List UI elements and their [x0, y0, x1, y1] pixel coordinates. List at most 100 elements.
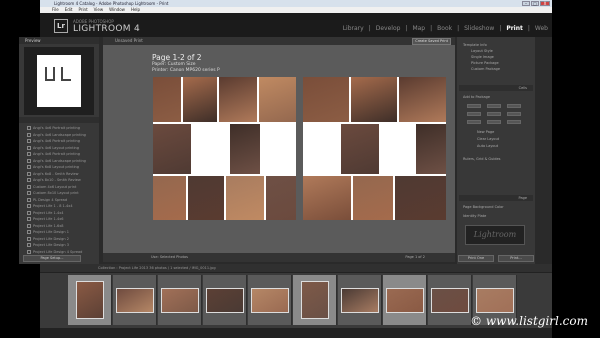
photo-cell[interactable]: [341, 124, 379, 174]
module-print[interactable]: Print: [506, 25, 523, 32]
cell-size-button[interactable]: [487, 104, 501, 108]
cell-size-button[interactable]: [507, 120, 521, 124]
filmstrip-thumbnail[interactable]: [206, 288, 244, 313]
template-label: Project Life 1-4x4: [33, 210, 64, 215]
filmstrip-cell[interactable]: [158, 275, 202, 325]
photo-cell[interactable]: [395, 176, 446, 220]
photo-cell[interactable]: [381, 124, 414, 174]
module-develop[interactable]: Develop: [376, 25, 401, 32]
filmstrip-thumbnail[interactable]: [161, 288, 199, 313]
page-setup-button[interactable]: Page Setup...: [23, 255, 81, 262]
photo-cell[interactable]: [230, 124, 260, 174]
minimize-button[interactable]: –: [522, 1, 530, 6]
cell-size-button[interactable]: [507, 112, 521, 116]
module-picker: Library | Develop | Map | Book | Slidesh…: [343, 25, 548, 32]
identity-plate-preview[interactable]: Lightroom: [465, 225, 525, 245]
template-icon: [27, 197, 31, 202]
photo-cell[interactable]: [399, 77, 446, 122]
photo-cell[interactable]: [259, 77, 296, 122]
filmstrip-cell[interactable]: [203, 275, 247, 325]
print-one-button[interactable]: Print One: [458, 255, 494, 262]
photo-cell[interactable]: [188, 176, 224, 220]
preview-cell-glyph: [61, 67, 71, 81]
cells-section-header[interactable]: Cells: [459, 85, 533, 91]
filmstrip-thumbnail[interactable]: [341, 288, 379, 313]
use-selected-photos[interactable]: Use: Selected Photos: [151, 253, 188, 262]
preview-header[interactable]: Preview: [19, 37, 99, 44]
close-button[interactable]: X: [540, 1, 550, 6]
module-separator: |: [457, 25, 460, 32]
picture-package-option[interactable]: Picture Package: [471, 61, 499, 66]
photo-cell[interactable]: [303, 77, 349, 122]
filmstrip-cell[interactable]: [293, 275, 337, 325]
page-section-header[interactable]: Page: [459, 195, 533, 201]
filmstrip-thumbnail[interactable]: [251, 288, 289, 313]
photo-cell[interactable]: [193, 124, 228, 174]
product-name: LIGHTROOM 4: [73, 24, 140, 34]
filmstrip-cell[interactable]: [248, 275, 292, 325]
identity-plate-toggle[interactable]: Identity Plate: [463, 214, 486, 219]
filmstrip-thumbnail[interactable]: [76, 281, 104, 319]
filmstrip-cell[interactable]: [338, 275, 382, 325]
photo-cell[interactable]: [351, 77, 397, 122]
auto-layout-button[interactable]: Auto Layout: [477, 144, 498, 149]
website-watermark: © www.listgirl.com: [470, 314, 588, 328]
rulers-grid-guides[interactable]: Rulers, Grid & Guides: [463, 157, 501, 162]
module-separator: |: [430, 25, 433, 32]
print-button[interactable]: Print...: [498, 255, 534, 262]
unsaved-print-label: Unsaved Print: [115, 38, 143, 43]
photo-cell[interactable]: [153, 124, 191, 174]
filmstrip-thumbnail[interactable]: [476, 288, 514, 313]
cell-size-button[interactable]: [467, 104, 481, 108]
photo-cell[interactable]: [183, 77, 217, 122]
filmstrip-cell[interactable]: [428, 275, 472, 325]
module-library[interactable]: Library: [343, 25, 364, 32]
filmstrip-thumbnail[interactable]: [431, 288, 469, 313]
lr-logo-icon: Lr: [54, 19, 68, 33]
module-book[interactable]: Book: [437, 25, 452, 32]
filmstrip-source-info[interactable]: Collection : Project Life 2013 36 photos…: [98, 264, 216, 272]
module-slideshow[interactable]: Slideshow: [464, 25, 494, 32]
cell-size-button[interactable]: [467, 120, 481, 124]
photo-cell[interactable]: [219, 77, 257, 122]
cell-size-button[interactable]: [487, 120, 501, 124]
cell-size-button[interactable]: [467, 112, 481, 116]
template-info-row[interactable]: Template Info: [463, 43, 487, 48]
template-browser-header[interactable]: [19, 117, 99, 123]
filmstrip-cell[interactable]: [383, 275, 427, 325]
cell-size-button[interactable]: [487, 112, 501, 116]
photo-cell[interactable]: [416, 124, 446, 174]
template-icon: [27, 236, 31, 241]
filmstrip-thumbnail[interactable]: [301, 281, 329, 319]
single-image-option[interactable]: Single Image: [471, 55, 494, 60]
photo-cell[interactable]: [226, 176, 264, 220]
filmstrip-thumbnail[interactable]: [386, 288, 424, 313]
filmstrip-cell[interactable]: [68, 275, 112, 325]
photo-cell[interactable]: [153, 176, 186, 220]
photo-cell[interactable]: [303, 176, 351, 220]
new-page-button[interactable]: New Page: [477, 130, 494, 135]
photo-cell[interactable]: [353, 176, 393, 220]
filmstrip-cell[interactable]: [113, 275, 157, 325]
window-controls: – □ X: [522, 1, 550, 6]
template-icon: [27, 243, 31, 248]
template-label: Custom 4x6 Layout print: [33, 184, 77, 189]
photo-cell[interactable]: [153, 77, 181, 122]
custom-package-option[interactable]: Custom Package: [471, 67, 500, 72]
cell-size-button[interactable]: [507, 104, 521, 108]
photo-cell[interactable]: [262, 124, 296, 174]
filmstrip-thumbnail[interactable]: [116, 288, 154, 313]
template-icon: [27, 132, 31, 137]
copyright-symbol: ©: [470, 314, 483, 328]
photo-cell[interactable]: [303, 124, 339, 174]
maximize-button[interactable]: □: [531, 1, 539, 6]
create-saved-print-button[interactable]: Create Saved Print: [412, 38, 451, 45]
module-web[interactable]: Web: [535, 25, 548, 32]
template-label: PL Design 4 Spread: [33, 197, 68, 202]
layout-style-row[interactable]: Layout Style: [471, 49, 493, 54]
photo-cell[interactable]: [266, 176, 296, 220]
page-background-color[interactable]: Page Background Color: [463, 205, 504, 210]
clear-layout-button[interactable]: Clear Layout: [477, 137, 499, 142]
template-icon: [27, 126, 31, 131]
module-map[interactable]: Map: [412, 25, 425, 32]
